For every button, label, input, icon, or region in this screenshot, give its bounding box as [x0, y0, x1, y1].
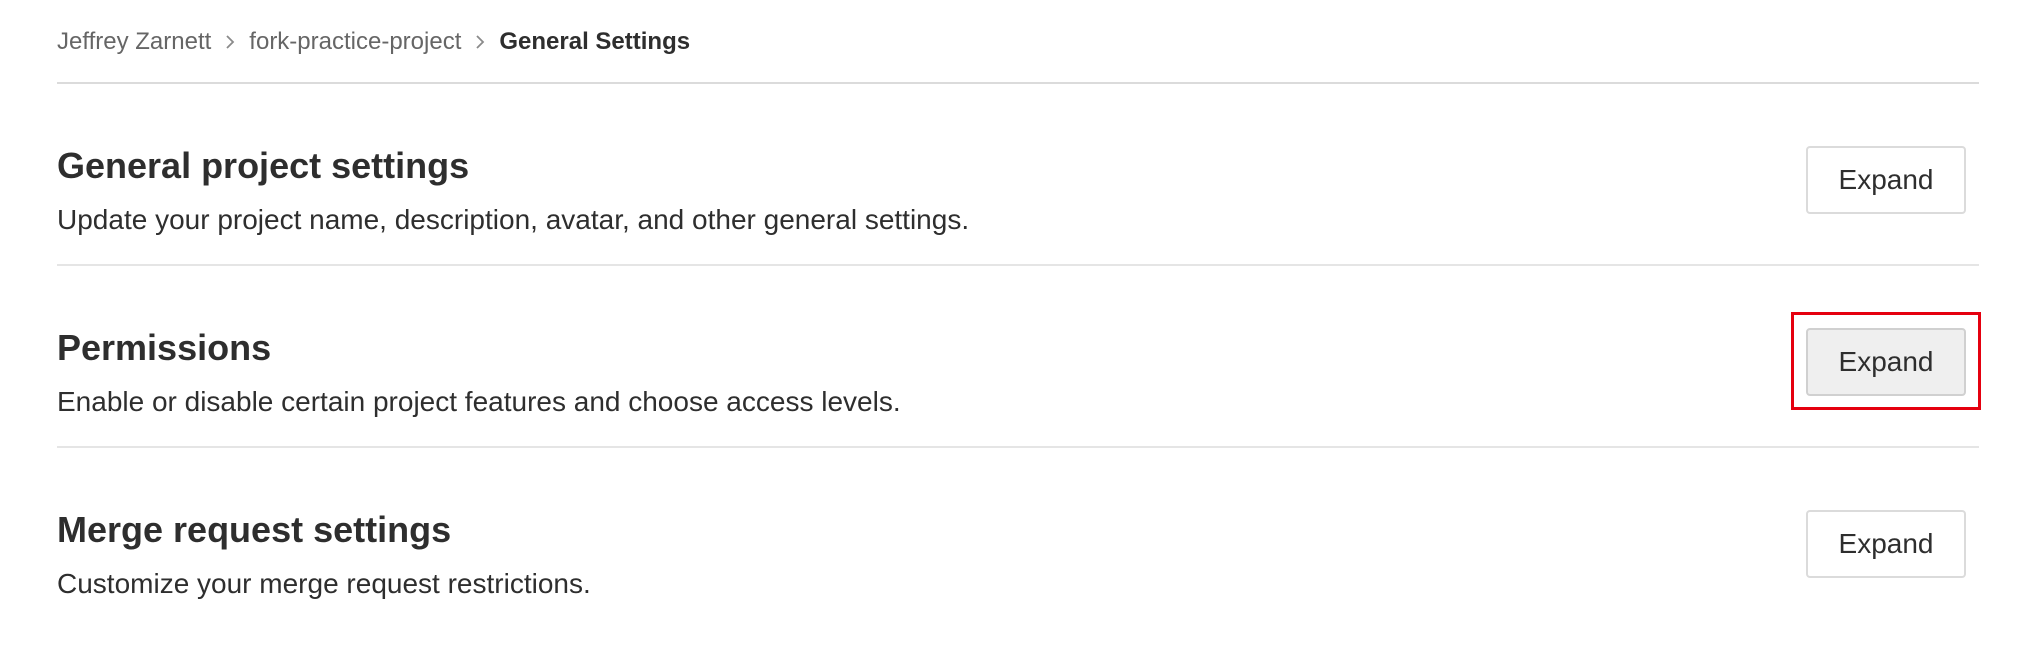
merge-request-settings-section: Merge request settings Customize your me…: [57, 448, 1979, 630]
section-description: Customize your merge request restriction…: [57, 568, 591, 599]
section-description: Update your project name, description, a…: [57, 204, 970, 235]
breadcrumb-user-link[interactable]: Jeffrey Zarnett: [57, 28, 211, 56]
settings-page: Jeffrey Zarnett fork-practice-project Ge…: [57, 0, 1981, 630]
section-title: Merge request settings: [57, 509, 452, 550]
chevron-right-icon: [475, 34, 485, 50]
breadcrumb-project-link[interactable]: fork-practice-project: [249, 28, 461, 56]
section-title: Permissions: [57, 327, 272, 368]
section-description: Enable or disable certain project featur…: [57, 386, 901, 417]
expand-permissions-button[interactable]: Expand: [1806, 328, 1966, 396]
expand-merge-request-settings-button[interactable]: Expand: [1806, 510, 1966, 578]
breadcrumb-current-page[interactable]: General Settings: [499, 28, 690, 56]
general-project-settings-section: General project settings Update your pro…: [57, 84, 1979, 266]
permissions-section: Permissions Enable or disable certain pr…: [57, 266, 1981, 448]
expand-general-settings-button[interactable]: Expand: [1806, 146, 1966, 214]
breadcrumb: Jeffrey Zarnett fork-practice-project Ge…: [57, 0, 1979, 84]
chevron-right-icon: [225, 34, 235, 50]
section-title: General project settings: [57, 145, 470, 186]
